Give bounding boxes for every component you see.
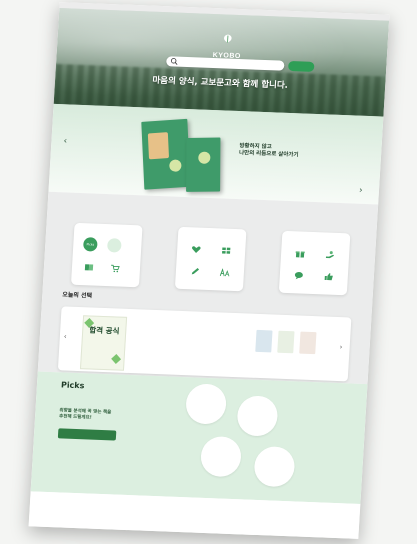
today-pick-card: ‹ › 합격 공식 [57, 306, 352, 382]
section-title: 오늘의 선택 [62, 291, 93, 300]
book-decoration [198, 151, 211, 164]
banner-title: 방황하지 않고 나만의 리듬으로 살아가기 [239, 143, 299, 159]
carousel-prev-arrow[interactable]: ‹ [64, 332, 67, 340]
grid-icon[interactable] [221, 246, 231, 254]
search-icon [170, 58, 178, 65]
picks-description: 취향을 분석해 꼭 맞는 책을 추천해 드릴게요! [59, 408, 111, 422]
picks-circle-title [238, 406, 278, 408]
picks-circle[interactable] [236, 395, 279, 437]
search-input[interactable] [166, 56, 285, 71]
heart-icon[interactable] [191, 245, 201, 253]
service-card[interactable]: Picks [70, 222, 143, 288]
picks-desc-line2: 추천해 드릴게요! [58, 414, 92, 421]
hero-slogan: 마음의 양식, 교보문고와 함께 합니다. [152, 75, 289, 91]
hero-nav [74, 91, 364, 102]
promo-banner: ‹ › 방황하지 않고 나만의 리듬으로 살아가기 [48, 103, 384, 205]
banner-next-arrow[interactable]: › [359, 186, 363, 196]
picks-circle[interactable] [184, 383, 228, 425]
picks-circle-desc [243, 406, 273, 407]
picks-circle[interactable] [199, 435, 243, 478]
featured-book-title: 합격 공식 [89, 325, 120, 336]
book-decoration [111, 354, 122, 364]
card-circle[interactable] [106, 238, 122, 253]
banner-prev-arrow[interactable]: ‹ [63, 136, 67, 146]
picks-section: Picks 취향을 분석해 꼭 맞는 책을 추천해 드릴게요! [30, 371, 368, 504]
book-icon[interactable] [84, 263, 94, 271]
gift-icon[interactable] [295, 249, 305, 258]
picks-title: Picks [60, 380, 85, 391]
book-thumbnail[interactable] [277, 330, 295, 354]
banner-title-line2: 나만의 리듬으로 살아가기 [238, 150, 299, 159]
book-thumbnail[interactable] [255, 329, 273, 353]
leaf-logo-icon [224, 34, 232, 43]
service-card[interactable] [278, 230, 351, 296]
picks-circle-desc [207, 447, 237, 448]
hero-section: KYOBO 마음의 양식, 교보문고와 함께 합니다. [53, 8, 390, 117]
book-illustration [147, 132, 170, 160]
pencil-icon[interactable] [190, 267, 200, 275]
carousel-next-arrow[interactable]: › [339, 343, 342, 351]
search-button[interactable] [287, 60, 315, 72]
picks-circle-desc [192, 394, 222, 395]
cart-icon[interactable] [110, 264, 120, 273]
chat-icon[interactable] [294, 271, 304, 280]
banner-book-cover[interactable] [141, 118, 191, 190]
thumbs-up-icon[interactable] [324, 272, 334, 281]
book-decoration [169, 159, 182, 173]
picks-circle-title [187, 394, 227, 396]
picks-circle[interactable]: Picks [82, 237, 98, 252]
picks-recommend-button[interactable] [57, 428, 117, 441]
kyobo-homepage-mockup: KYOBO 마음의 양식, 교보문고와 함께 합니다. ‹ › 방황하지 않고 … [28, 2, 390, 539]
picks-circle-title [255, 457, 295, 459]
banner-title-line1: 방황하지 않고 [239, 143, 272, 151]
font-size-icon[interactable] [219, 268, 230, 277]
hand-icon[interactable] [325, 250, 335, 259]
picks-circle[interactable] [253, 445, 296, 488]
service-card[interactable] [174, 226, 247, 292]
featured-book-cover[interactable]: 합격 공식 [79, 315, 128, 371]
book-thumbnail[interactable] [299, 331, 317, 355]
picks-circle-desc [260, 457, 290, 458]
banner-book-back [186, 137, 221, 192]
picks-circle-title [202, 447, 242, 449]
